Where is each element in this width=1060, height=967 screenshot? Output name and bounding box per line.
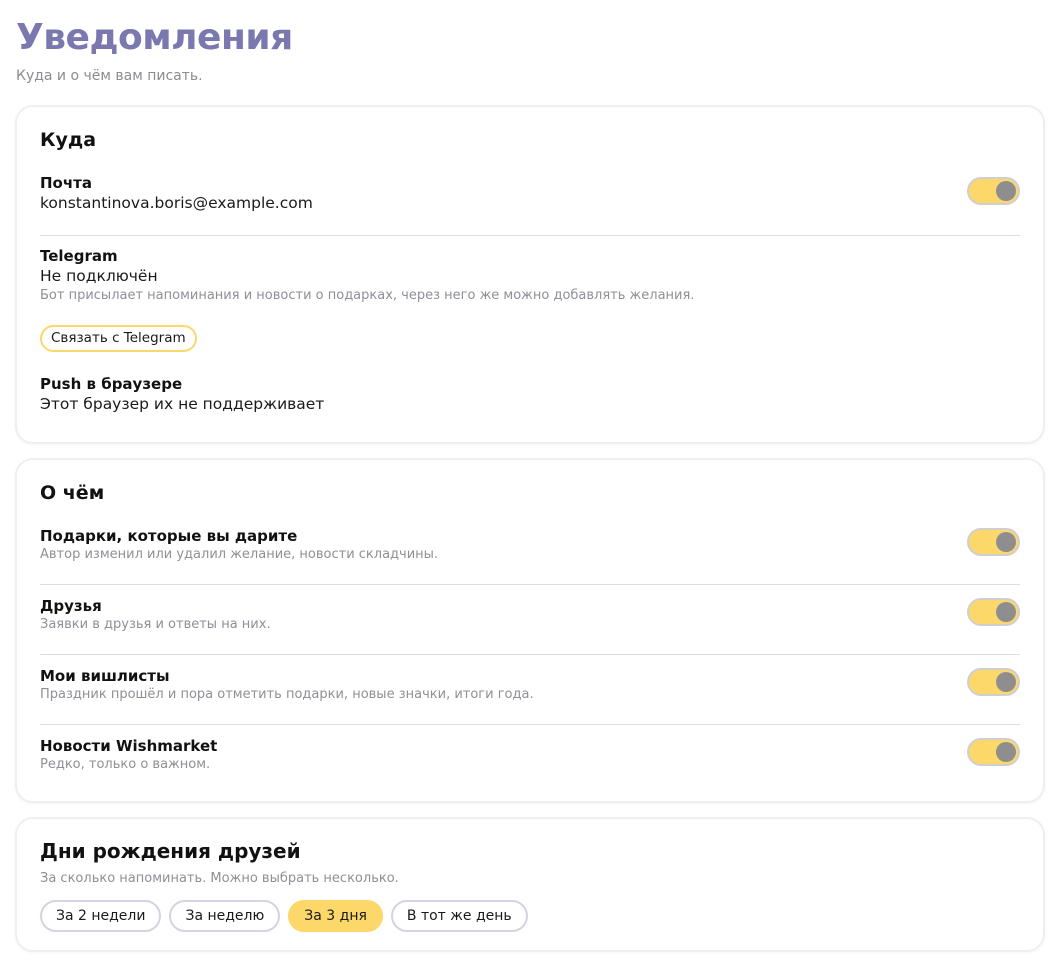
channels-card-title: Куда [40,129,97,151]
topic-row: Друзья Заявки в друзья и ответы на них. [40,596,1020,634]
divider [40,584,1020,585]
toggle-knob [996,532,1016,552]
topic-description: Праздник прошёл и пора отметить подарки,… [40,687,534,702]
birthdays-description: За сколько напоминать. Можно выбрать нес… [40,871,399,886]
notifications-page: Уведомления Куда и о чём вам писать. Куд… [0,0,1060,967]
telegram-description: Бот присылает напоминания и новости о по… [40,288,695,303]
email-value: konstantinova.boris@example.com [40,194,313,212]
reminder-option-same-day[interactable]: В тот же день [390,900,528,932]
birthdays-card: Дни рождения друзей За сколько напоминат… [15,817,1045,952]
topic-title: Друзья [40,597,102,615]
channels-card: Куда Почта konstantinova.boris@example.c… [15,105,1045,444]
topic-title: Мои вишлисты [40,667,170,685]
divider [40,724,1020,725]
telegram-title: Telegram [40,247,118,265]
push-status: Этот браузер их не поддерживает [40,395,325,413]
topic-description: Автор изменил или удалил желание, новост… [40,547,439,562]
topic-news-toggle[interactable] [967,738,1020,766]
topic-wishlists-toggle[interactable] [967,668,1020,696]
topic-title: Подарки, которые вы дарите [40,527,298,545]
toggle-knob [996,602,1016,622]
page-subtitle: Куда и о чём вам писать. [16,68,203,84]
telegram-status: Не подключён [40,267,158,285]
topics-card-title: О чём [40,482,105,504]
reminder-option-1-week[interactable]: За неделю [169,900,281,932]
email-toggle[interactable] [967,177,1020,205]
topic-description: Редко, только о важном. [40,757,211,772]
link-telegram-button[interactable]: Связать с Telegram [40,325,197,352]
reminder-option-2-weeks[interactable]: За 2 недели [40,900,162,932]
toggle-knob [996,672,1016,692]
divider [40,654,1020,655]
push-row: Push в браузере Этот браузер их не подде… [40,374,1020,414]
birthdays-card-title: Дни рождения друзей [40,839,301,863]
topic-gifts-toggle[interactable] [967,528,1020,556]
email-title: Почта [40,174,92,192]
push-title: Push в браузере [40,375,183,393]
page-title: Уведомления [16,17,293,58]
topic-row: Новости Wishmarket Редко, только о важно… [40,736,1020,774]
topics-card: О чём Подарки, которые вы дарите Автор и… [15,458,1045,803]
divider [40,235,1020,236]
topic-friends-toggle[interactable] [967,598,1020,626]
topic-row: Подарки, которые вы дарите Автор изменил… [40,526,1020,564]
email-row: Почта konstantinova.boris@example.com [40,173,1020,213]
topic-row: Мои вишлисты Праздник прошёл и пора отме… [40,666,1020,704]
topic-description: Заявки в друзья и ответы на них. [40,617,271,632]
toggle-knob [996,181,1016,201]
reminder-options: За 2 недели За неделю За 3 дня В тот же … [40,900,528,932]
toggle-knob [996,742,1016,762]
topic-title: Новости Wishmarket [40,737,218,755]
reminder-option-3-days[interactable]: За 3 дня [288,900,383,932]
telegram-row: Telegram Не подключён Бот присылает напо… [40,246,1020,305]
